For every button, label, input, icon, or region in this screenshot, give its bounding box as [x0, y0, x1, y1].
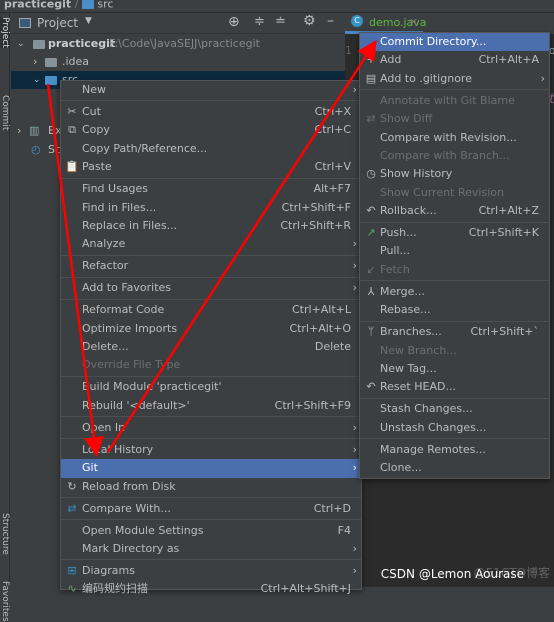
watermark: CSDN @Lemon Aourase — [380, 567, 524, 581]
annotation-arrows — [46, 39, 377, 457]
tool-tab-favorites[interactable]: Favorites — [0, 581, 10, 622]
annotation-arrow-to-commit — [106, 39, 377, 453]
annotation-arrow-to-git — [46, 83, 104, 457]
